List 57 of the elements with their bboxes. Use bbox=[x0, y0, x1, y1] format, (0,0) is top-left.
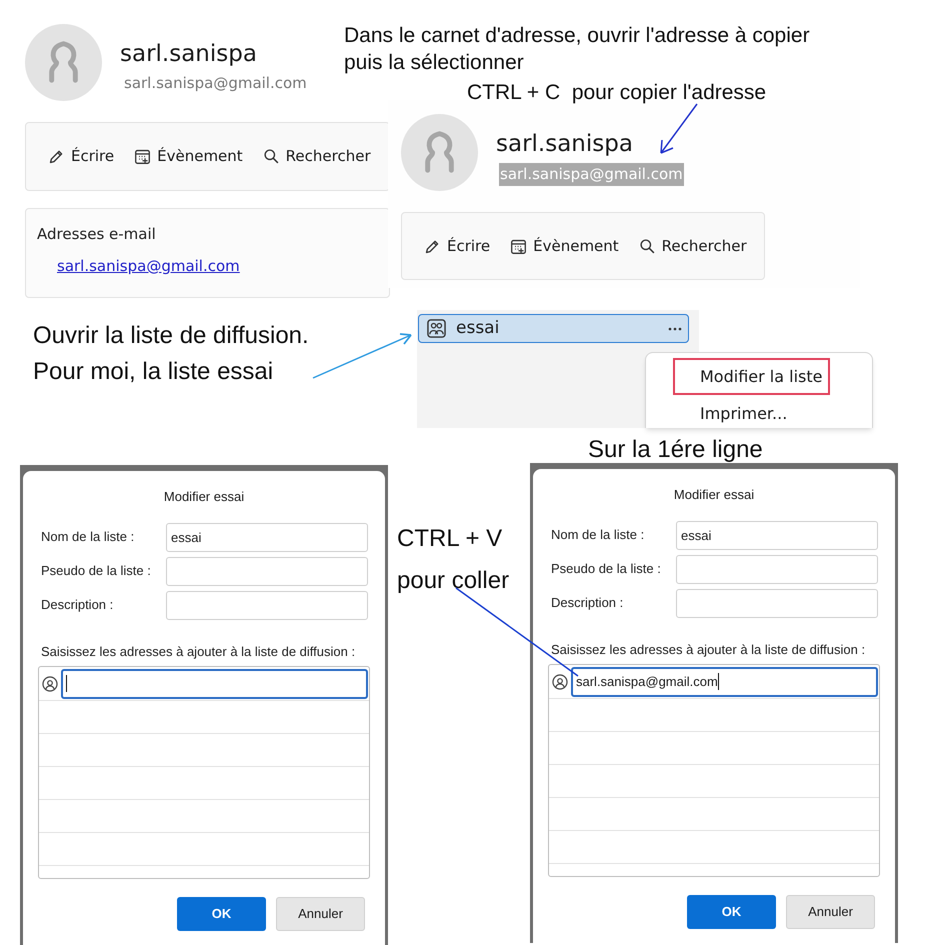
pencil-icon bbox=[424, 238, 441, 254]
cancel-button[interactable]: Annuler bbox=[786, 895, 875, 929]
dialog-title: Modifier essai bbox=[672, 486, 756, 504]
ok-button[interactable]: OK bbox=[177, 897, 266, 931]
instruction-text: Ouvrir la liste de diffusion. Pour moi, la liste essai bbox=[33, 321, 309, 387]
pencil-icon bbox=[48, 148, 65, 165]
text-field[interactable]: essai bbox=[166, 522, 368, 552]
email-link[interactable]: sarl.sanispa@gmail.com bbox=[57, 255, 240, 278]
contact-name: sarl.sanispa bbox=[496, 130, 633, 159]
text-cursor bbox=[718, 673, 719, 690]
section-title: Adresses e-mail bbox=[37, 224, 156, 245]
avatar-icon bbox=[24, 23, 103, 102]
calendar-plus-icon bbox=[510, 238, 528, 254]
toolbar-button[interactable]: Rechercher bbox=[262, 145, 371, 168]
group-icon bbox=[427, 319, 446, 338]
address-field[interactable] bbox=[61, 668, 368, 698]
text-field[interactable]: essai bbox=[676, 520, 878, 550]
text-field[interactable] bbox=[676, 554, 878, 584]
address-field[interactable]: sarl.sanispa@gmail.com bbox=[571, 666, 878, 696]
search-icon bbox=[262, 148, 280, 165]
instruction-text: Dans le carnet d'adresse, ouvrir l'adresse à copier puis la sélectionner bbox=[344, 23, 811, 76]
toolbar-button[interactable]: Écrire bbox=[48, 145, 114, 168]
ok-button[interactable]: OK bbox=[687, 895, 776, 929]
arrow bbox=[660, 104, 698, 154]
toolbar-button[interactable]: Rechercher bbox=[638, 234, 747, 258]
instruction-text: CTRL + C pour copier l'adresse bbox=[467, 80, 768, 106]
field-label: Nom de la liste : bbox=[551, 526, 646, 544]
toolbar-button[interactable]: Évènement bbox=[134, 145, 243, 168]
addresses-label: Saisissez les adresses à ajouter à la liste de diffusion : bbox=[40, 642, 356, 661]
dialog-title: Modifier essai bbox=[162, 488, 246, 506]
field-label: Description : bbox=[41, 596, 114, 614]
contact-email: sarl.sanispa@gmail.com bbox=[124, 73, 307, 94]
more-icon[interactable] bbox=[668, 326, 682, 330]
list-item[interactable]: essai bbox=[418, 314, 689, 343]
field-label: Pseudo de la liste : bbox=[41, 562, 152, 580]
toolbar-button[interactable]: Écrire bbox=[424, 234, 490, 258]
contact-name: sarl.sanispa bbox=[120, 40, 257, 69]
contact-icon bbox=[552, 674, 568, 690]
cancel-button[interactable]: Annuler bbox=[276, 897, 365, 931]
instruction-text: Sur la 1ére ligne bbox=[588, 435, 763, 465]
field-label: Description : bbox=[551, 594, 624, 612]
text-field[interactable] bbox=[166, 556, 368, 586]
calendar-plus-icon bbox=[134, 148, 152, 165]
text-field[interactable] bbox=[166, 590, 368, 620]
text-cursor bbox=[66, 675, 67, 692]
search-icon bbox=[638, 238, 656, 254]
avatar-icon bbox=[400, 113, 479, 192]
contact-icon bbox=[42, 676, 58, 692]
menu-item[interactable]: Modifier la liste bbox=[673, 358, 830, 395]
toolbar-button[interactable]: Évènement bbox=[510, 234, 619, 258]
text-field[interactable] bbox=[676, 588, 878, 618]
addresses-label: Saisissez les adresses à ajouter à la liste de diffusion : bbox=[550, 640, 866, 659]
field-label: Nom de la liste : bbox=[41, 528, 136, 546]
contact-email: sarl.sanispa@gmail.com bbox=[499, 163, 684, 186]
menu-item[interactable]: Imprimer... bbox=[673, 395, 830, 432]
instruction-text: CTRL + V pour coller bbox=[397, 524, 510, 596]
field-label: Pseudo de la liste : bbox=[551, 560, 662, 578]
